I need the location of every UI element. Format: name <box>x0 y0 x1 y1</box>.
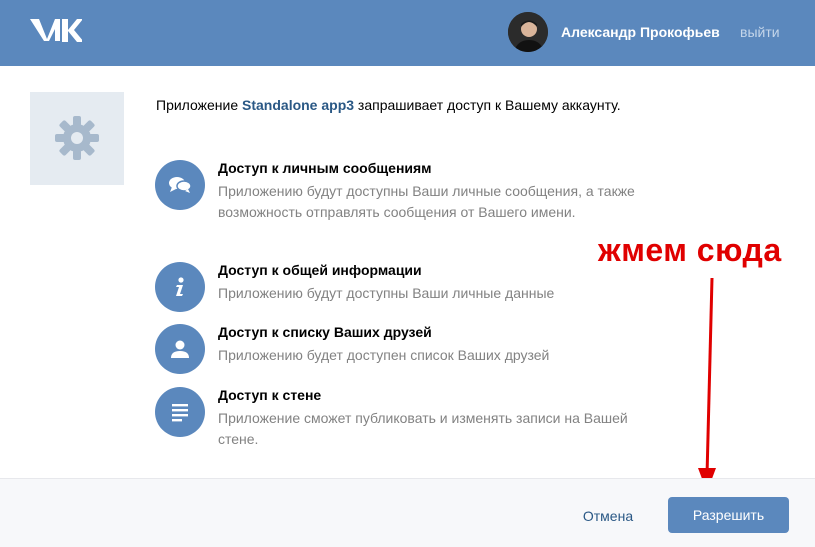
info-icon <box>176 277 184 296</box>
person-icon <box>171 340 189 358</box>
permission-description: Приложение сможет публиковать и изменять… <box>218 410 628 447</box>
wall-lines-icon <box>172 404 188 422</box>
permission-icon-circle <box>155 262 205 312</box>
user-name[interactable]: Александр Прокофьев <box>561 24 720 40</box>
permission-title: Доступ к стене <box>218 387 322 403</box>
logout-link[interactable]: выйти <box>740 24 780 40</box>
permission-title: Доступ к списку Ваших друзей <box>218 324 432 340</box>
permission-description: Приложению будут доступны Ваши личные да… <box>218 285 555 301</box>
permission-icon-circle <box>155 324 205 374</box>
chat-bubbles-icon <box>169 177 192 193</box>
intro-prefix: Приложение <box>156 97 243 113</box>
app-icon <box>30 92 124 185</box>
gear-icon <box>55 116 99 160</box>
vk-logo-icon[interactable] <box>28 16 82 48</box>
dialog-footer: Отмена Разрешить <box>0 478 815 547</box>
permission-title: Доступ к общей информации <box>218 262 422 278</box>
permission-description: Приложению будет доступен список Ваших д… <box>218 347 550 363</box>
permission-icon-circle <box>155 160 205 210</box>
annotation-arrow-icon <box>698 277 716 492</box>
app-name-link[interactable]: Standalone app3 <box>242 97 354 113</box>
cancel-button[interactable]: Отмена <box>567 499 649 533</box>
intro-suffix: запрашивает доступ к Вашему аккаунту. <box>354 97 621 113</box>
permission-icon-circle <box>155 387 205 437</box>
access-request-text: Приложение Standalone app3 запрашивает д… <box>156 94 636 116</box>
permission-title: Доступ к личным сообщениям <box>218 160 432 176</box>
permission-description: Приложению будут доступны Ваши личные со… <box>218 183 635 220</box>
top-header: Александр Прокофьев выйти <box>0 0 815 66</box>
allow-button[interactable]: Разрешить <box>668 497 789 533</box>
avatar[interactable] <box>508 12 548 52</box>
annotation-text: жмем сюда <box>598 232 782 268</box>
